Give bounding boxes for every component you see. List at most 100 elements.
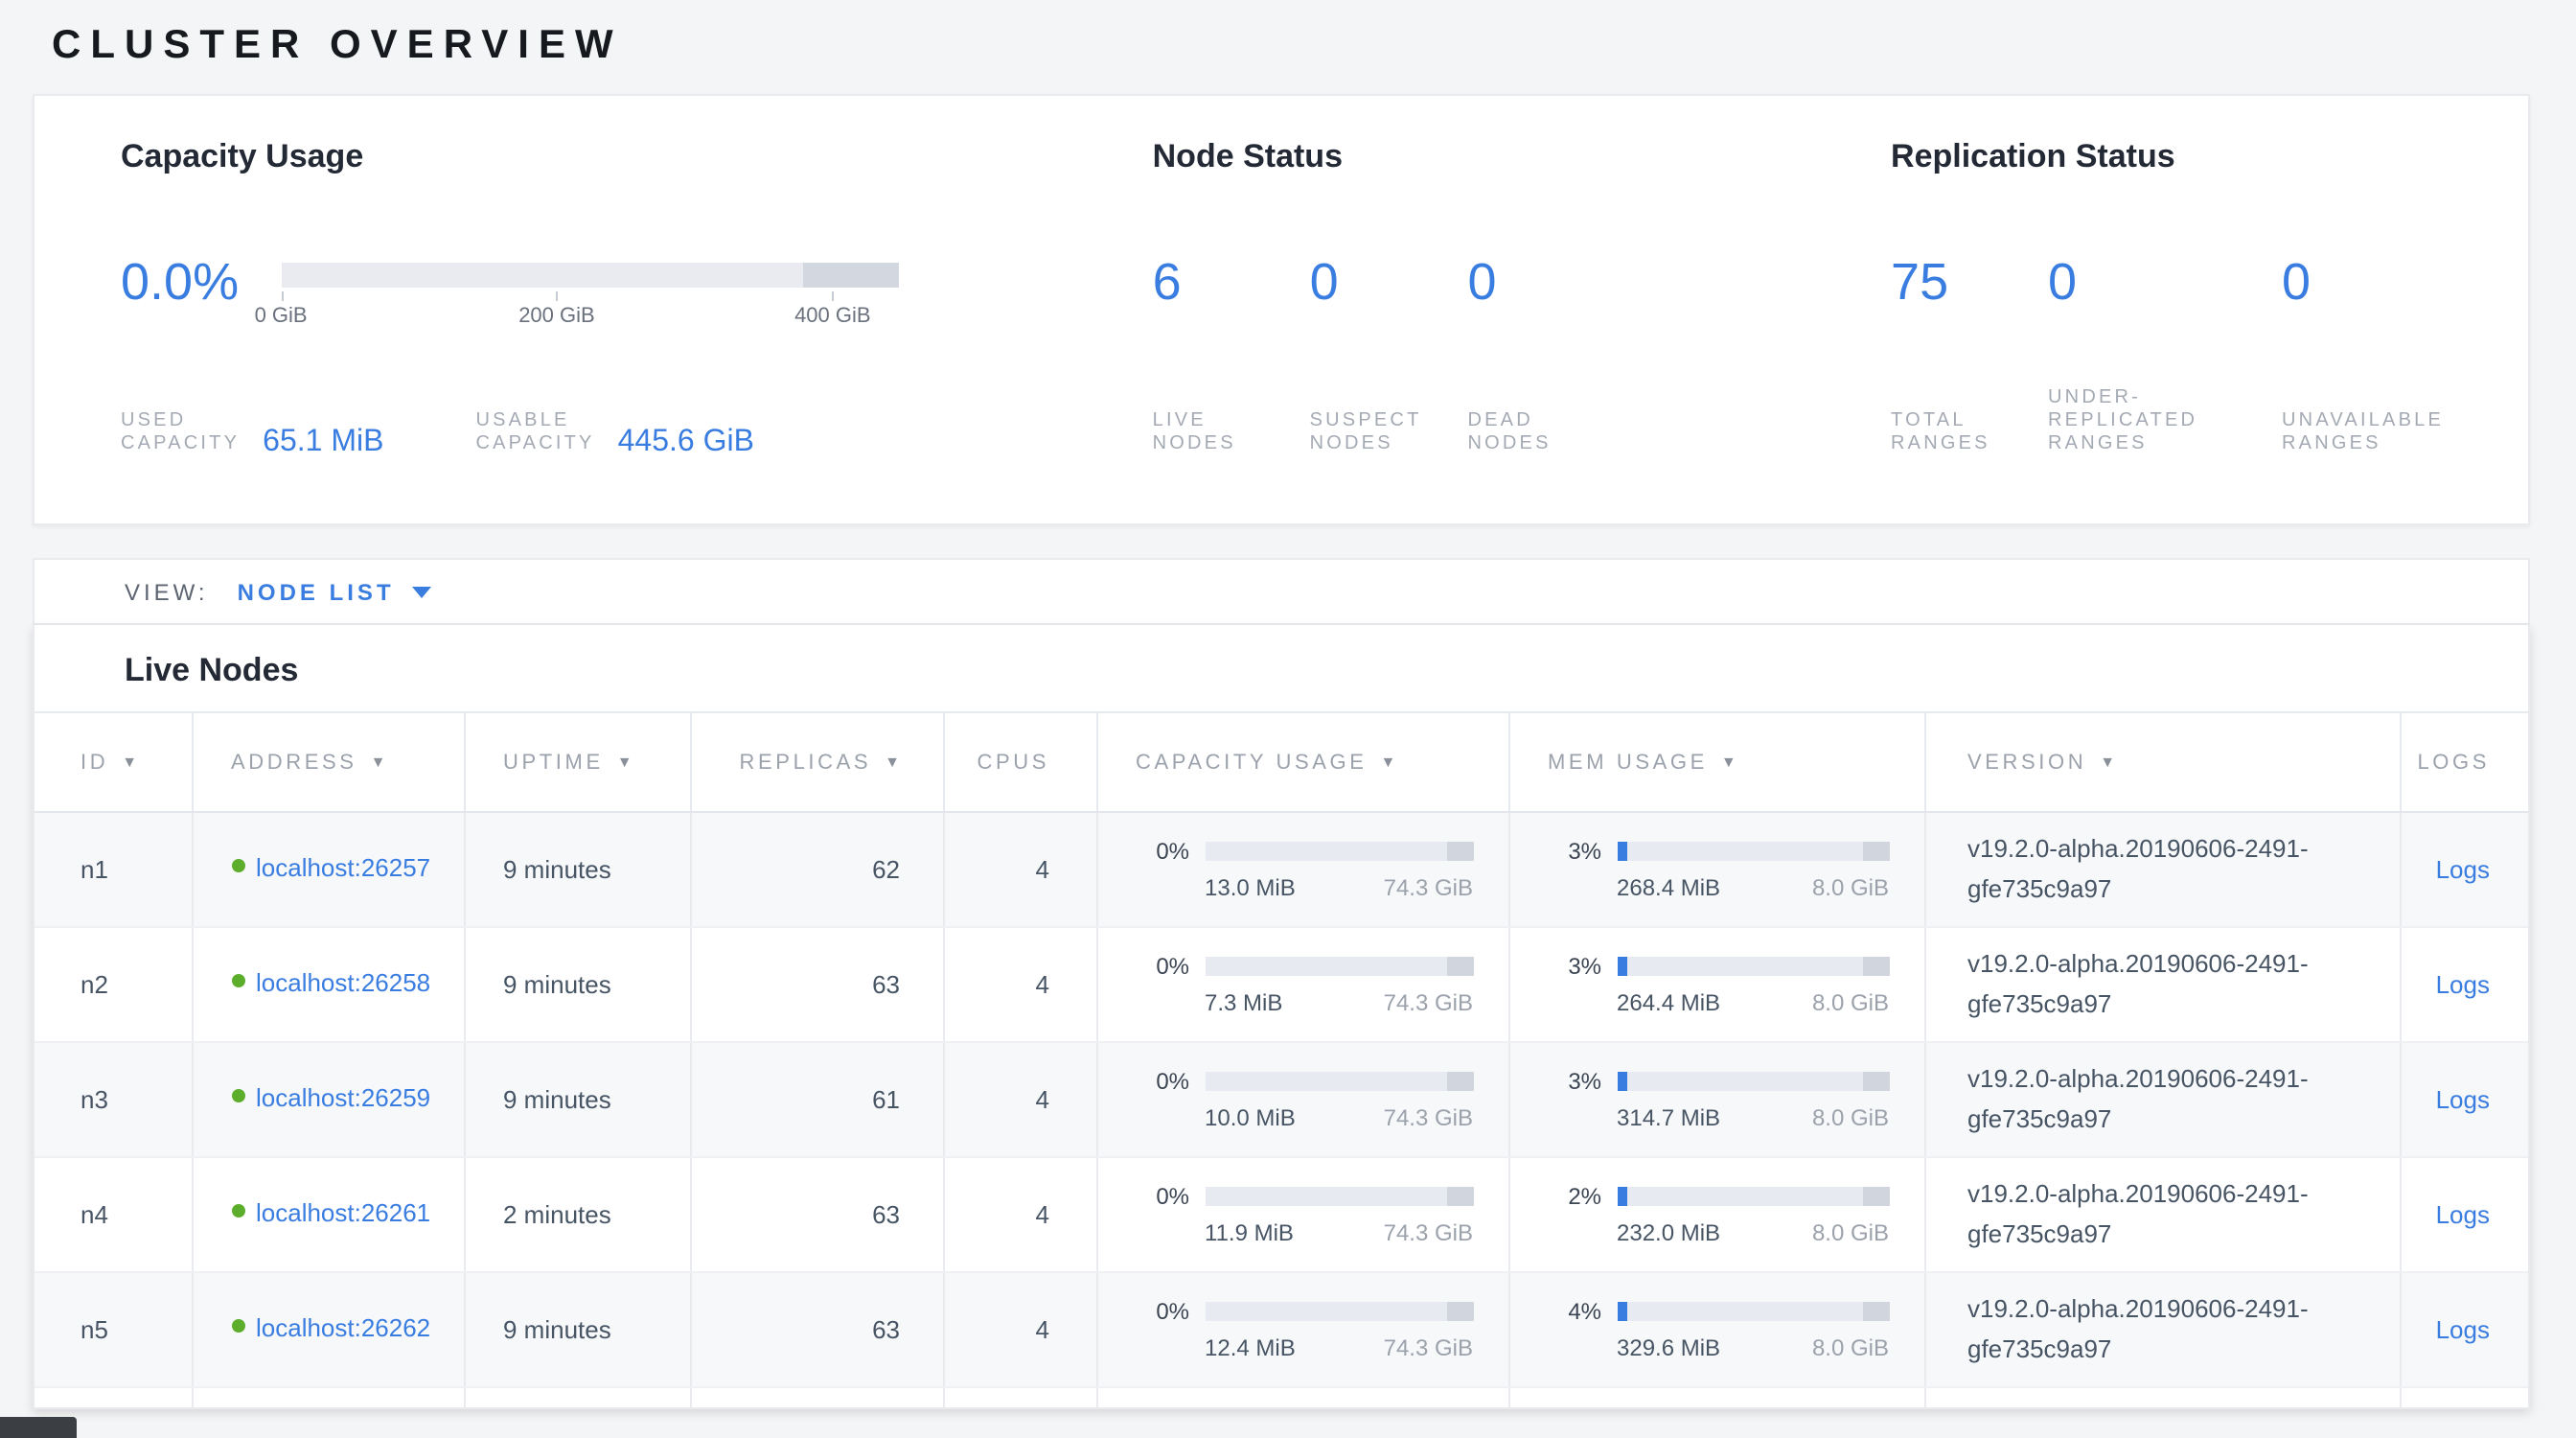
mem-bar-tip [1862,842,1889,861]
column-header-uptime[interactable]: UPTIME▼ [464,712,690,812]
node-id-cell: n3 [34,1042,192,1157]
mem-bar-fill [1617,842,1626,861]
column-header-label: ADDRESS [231,751,357,774]
mem-bar-tip [1862,1187,1889,1206]
capacity-usage-bar [1205,1072,1473,1091]
logs-link[interactable]: Logs [2436,1200,2490,1229]
node-replicas-cell: 62 [690,812,943,927]
live-nodes-header-row: ID▼ ADDRESS▼ UPTIME▼ REPLICAS▼ CPUS CAPA… [34,712,2528,812]
replication-status-section: Replication Status 75 TOTALRANGES 0 UNDE… [1891,138,2490,523]
mem-bar-fill [1617,1072,1626,1091]
mem-usage-cell: 2% 232.0 MiB 8.0 GiB [1508,1157,1924,1272]
capacity-usage-bar [1205,1302,1473,1321]
column-header-capacity[interactable]: CAPACITY USAGE▼ [1096,712,1508,812]
capacity-bar-tip [1446,1187,1473,1206]
column-header-replicas[interactable]: REPLICAS▼ [690,712,943,812]
column-header-cpus: CPUS [943,712,1096,812]
stat-label: SUSPECTNODES [1310,410,1422,456]
mem-usage-cell [1508,1387,1924,1409]
capacity-usage-cell: 0% 13.0 MiB 74.3 GiB [1096,812,1508,927]
capacity-bar-tip [1446,1072,1473,1091]
capacity-total-value: 74.3 GiB [1384,874,1473,901]
mem-used-value: 314.7 MiB [1617,1104,1720,1131]
node-address-link[interactable]: localhost:26258 [256,964,430,1005]
logs-link[interactable]: Logs [2436,1315,2490,1344]
node-logs-cell: Logs [2400,927,2528,1042]
sort-descending-icon: ▼ [1721,753,1736,770]
logs-link[interactable]: Logs [2436,970,2490,999]
capacity-used-value: 12.4 MiB [1205,1334,1296,1361]
column-header-label: UPTIME [503,751,604,774]
view-label: VIEW: [125,578,209,605]
node-address-cell: localhost:26261 [192,1157,464,1272]
node-uptime-cell: 9 minutes [464,1042,690,1157]
column-header-version[interactable]: VERSION▼ [1924,712,2400,812]
stat-value: 0 [1310,253,1422,311]
node-address-link[interactable]: localhost:26259 [256,1079,430,1120]
node-uptime-cell: 2 minutes [464,1157,690,1272]
mem-usage-bar [1617,957,1889,976]
capacity-percent-label: 0% [1136,1068,1189,1095]
view-dropdown[interactable]: NODE LIST [238,578,431,605]
sort-descending-icon: ▼ [1381,753,1396,770]
node-replicas-cell: 63 [690,927,943,1042]
summary-stat: 6 LIVENODES [1153,253,1264,456]
node-id-cell: n5 [34,1272,192,1387]
node-address-cell: localhost:26259 [192,1042,464,1157]
column-header-address[interactable]: ADDRESS▼ [192,712,464,812]
capacity-axis: 0 GiB200 GiB400 GiB [281,288,898,337]
axis-tick-label: 400 GiB [794,305,871,328]
node-id-cell [34,1387,192,1409]
capacity-usage-bar [1205,842,1473,861]
mem-usage-bar [1617,1187,1889,1206]
capacity-percent-label: 0% [1136,953,1189,980]
mem-total-value: 8.0 GiB [1812,1104,1889,1131]
stat-label-line: REPLICATED [2048,410,2236,433]
node-logs-cell: Logs [2400,1157,2528,1272]
mem-percent-label: 3% [1548,838,1601,865]
node-row: n2 localhost:26258 9 minutes 63 4 0% 7.3… [34,927,2528,1042]
node-logs-cell [2400,1387,2528,1409]
mem-bar-tip [1862,1072,1889,1091]
capacity-bar-tip [1446,842,1473,861]
stat-value: 0 [1468,253,1579,311]
capacity-usage-heading: Capacity Usage [121,138,1153,176]
live-nodes-heading: Live Nodes [34,625,2528,711]
column-header-logs: LOGS [2400,712,2528,812]
view-dropdown-value: NODE LIST [238,578,395,605]
node-cpus-cell: 4 [943,1272,1096,1387]
capacity-total-value: 74.3 GiB [1384,1219,1473,1246]
node-uptime-cell: 9 minutes [464,1272,690,1387]
node-version-cell: v19.2.0-alpha.20190606-2491-gfe735c9a97 [1924,927,2400,1042]
node-version-cell: v19.2.0-alpha.20190606-2491-gfe735c9a97 [1924,1157,2400,1272]
mem-bar-tip [1862,1302,1889,1321]
node-uptime-cell: 9 minutes [464,812,690,927]
node-live-dot-icon [231,859,244,872]
node-address-link[interactable]: localhost:26261 [256,1194,430,1235]
node-logs-cell: Logs [2400,1042,2528,1157]
stat-label-line: CAPACITY [121,433,240,456]
mem-percent-label: 4% [1548,1298,1601,1325]
logs-link[interactable]: Logs [2436,1085,2490,1114]
stat-label: DEADNODES [1468,410,1579,456]
node-status-stats: 6 LIVENODES 0 SUSPECTNODES 0 DEADNODES [1153,253,1891,456]
column-header-id[interactable]: ID▼ [34,712,192,812]
column-header-memory[interactable]: MEM USAGE▼ [1508,712,1924,812]
logs-link[interactable]: Logs [2436,855,2490,884]
capacity-usage-cell: 0% 7.3 MiB 74.3 GiB [1096,927,1508,1042]
node-id-cell: n1 [34,812,192,927]
node-address-link[interactable]: localhost:26257 [256,849,430,890]
capacity-usage-section: Capacity Usage 0.0% 0 GiB200 GiB400 GiB … [121,138,1153,523]
stat-label-line: DEAD [1468,410,1579,433]
capacity-percent-label: 0% [1136,1298,1189,1325]
live-nodes-tbody: n1 localhost:26257 9 minutes 62 4 0% 13.… [34,812,2528,1409]
stat-label-line: RANGES [2282,433,2444,456]
node-address-link[interactable]: localhost:26262 [256,1310,430,1350]
mem-used-value: 232.0 MiB [1617,1219,1720,1246]
axis-tick [281,291,283,301]
node-version-text: v19.2.0-alpha.20190606-2491-gfe735c9a97 [1967,944,2351,1024]
mem-total-value: 8.0 GiB [1812,989,1889,1016]
node-uptime-cell: 9 minutes [464,927,690,1042]
page-title: CLUSTER OVERVIEW [0,0,2576,69]
mem-percent-label: 3% [1548,953,1601,980]
